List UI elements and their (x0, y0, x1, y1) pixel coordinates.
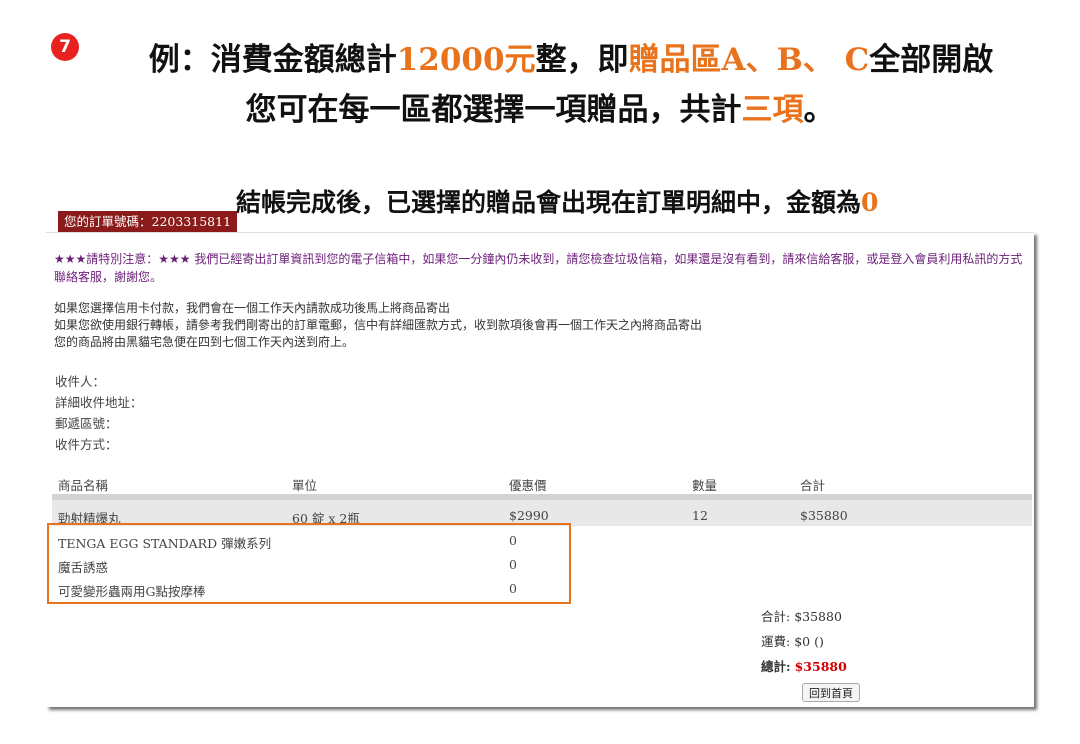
shipping-row: 運費: $0 () (761, 631, 824, 650)
info-line: 您的商品將由黑貓宅急便在四到七個工作天內送到府上。 (54, 335, 355, 349)
shipping-label: 運費: (761, 634, 791, 649)
subtotal-label: 合計: (761, 609, 791, 624)
headline-1-text-3: 全部開啟 (869, 42, 994, 78)
header-price: 優惠價 (509, 478, 547, 493)
grand-total-value: $35880 (794, 659, 847, 674)
payment-info: 如果您選擇信用卡付款，我們會在一個工作天內請款成功後馬上將商品寄出 如果您欲使用… (54, 300, 1024, 351)
recipient-name-label: 收件人： (55, 374, 106, 389)
grand-total-row: 總計: $35880 (761, 656, 847, 675)
info-line: 如果您欲使用銀行轉帳，請參考我們剛寄出的訂單電郵，信中有詳細匯款方式，收到款項後… (54, 318, 703, 332)
product-total: $35880 (800, 508, 848, 523)
gift-highlight-box (47, 523, 571, 604)
headline-2-period: 。 (803, 92, 835, 128)
headline-3-zero: 0 (861, 188, 879, 217)
headline-2-text: 您可在每一區都選擇一項贈品，共計 (245, 92, 742, 128)
subtotal-value: $35880 (794, 609, 842, 624)
order-number-tag: 您的訂單號碼：2203315811 (58, 211, 238, 232)
header-total: 合計 (800, 478, 826, 493)
headline-2: 您可在每一區都選擇一項贈品，共計三項。 (0, 84, 1080, 129)
headline-1-text: 例：消費金額總計 (148, 42, 397, 78)
subtotal-row: 合計: $35880 (761, 606, 842, 625)
headline-3: 結帳完成後，已選擇的贈品會出現在訂單明細中，金額為0 (236, 183, 878, 219)
header-product-name: 商品名稱 (58, 478, 109, 493)
product-price: $2990 (509, 508, 549, 523)
headline-1: 例：消費金額總計12000元整，即贈品區A、B、 C全部開啟 (0, 34, 1080, 79)
headline-1-text-2: 整，即 (535, 42, 629, 78)
back-to-home-button[interactable]: 回到首頁 (802, 683, 860, 702)
headline-2-count: 三項 (741, 92, 804, 128)
email-notice: ★★★請特別注意：★★★ 我們已經寄出訂單資訊到您的電子信箱中，如果您一分鐘內仍… (54, 252, 1023, 284)
recipient-address-label: 詳細收件地址： (55, 395, 143, 410)
recipient-zip-label: 郵遞區號： (55, 416, 118, 431)
headline-1-amount: 12000元 (396, 42, 536, 78)
grand-total-label: 總計: (761, 659, 791, 674)
recipient-method-label: 收件方式： (55, 437, 118, 452)
headline-3-text: 結帳完成後，已選擇的贈品會出現在訂單明細中，金額為 (236, 188, 862, 217)
header-unit: 單位 (292, 478, 318, 493)
headline-1-gift-zones: 贈品區A、B、 C (628, 42, 870, 78)
product-quantity: 12 (692, 508, 708, 523)
shipping-value: $0 () (794, 634, 824, 649)
header-quantity: 數量 (692, 478, 718, 493)
info-line: 如果您選擇信用卡付款，我們會在一個工作天內請款成功後馬上將商品寄出 (54, 301, 451, 315)
